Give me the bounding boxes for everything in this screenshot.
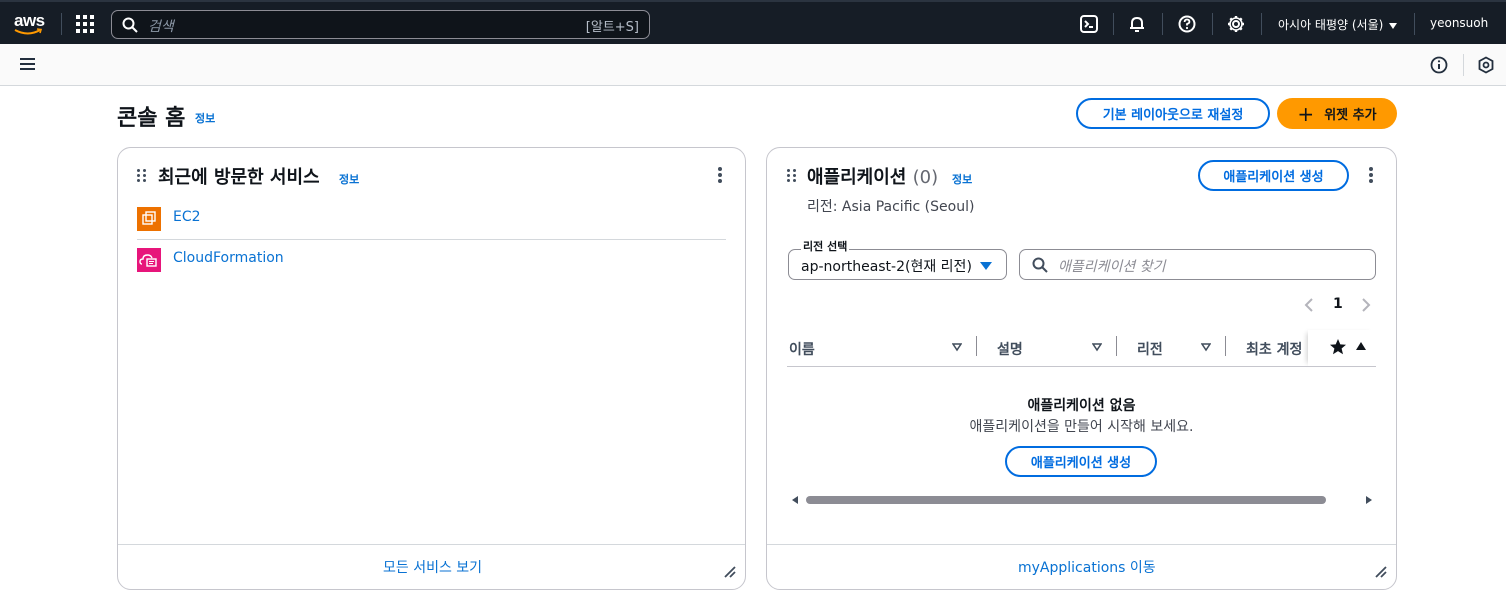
nav-divider [61,13,62,35]
nav-divider [1261,13,1262,35]
aws-logo[interactable]: aws [12,11,48,37]
account-menu[interactable]: yeonsuoh [1430,16,1488,30]
applications-title-text: 애플리케이션 [807,167,907,188]
column-divider[interactable] [1116,336,1117,356]
nav-divider [1212,13,1213,35]
applications-count: (0) [912,167,939,188]
caret-down-icon [1389,22,1398,29]
column-header-first-account[interactable]: 최초 계정 [1246,339,1302,359]
more-options-icon[interactable] [1369,167,1373,183]
cloudformation-icon [137,248,161,272]
sort-icon[interactable] [1201,342,1211,352]
page-number[interactable]: 1 [1333,296,1343,312]
menu-icon[interactable] [20,58,35,71]
settings-icon[interactable] [1226,14,1246,34]
cloudshell-icon[interactable] [1079,14,1099,34]
ec2-icon [137,207,161,231]
top-navigation: aws 검색 [알트+S] 아시아 태평양 (서울) yeonsuoh [0,0,1506,44]
column-divider[interactable] [976,336,977,356]
region-selector[interactable]: 아시아 태평양 (서울) [1278,16,1398,33]
column-header-name[interactable]: 이름 [789,339,815,359]
resize-handle-icon[interactable] [1374,565,1388,579]
aws-smile-icon [14,28,43,35]
nav-divider [1162,13,1163,35]
plus-icon: + [1297,101,1315,126]
widget-footer: 모든 서비스 보기 [118,544,745,589]
applications-info-link[interactable]: 정보 [952,171,972,187]
services-grid-icon[interactable] [76,15,94,33]
search-shortcut-hint: [알트+S] [585,20,639,35]
empty-create-application-button[interactable]: 애플리케이션 생성 [1005,446,1157,477]
add-widget-button-label: 위젯 추가 [1324,108,1377,123]
sort-ascending-icon[interactable] [1356,342,1366,350]
empty-state-title: 애플리케이션 없음 [1027,398,1136,414]
service-item-ec2[interactable]: EC2 [137,207,726,247]
my-applications-link[interactable]: myApplications 이동 [1018,557,1156,577]
nav-divider [1414,13,1415,35]
chevron-right-icon[interactable] [1361,298,1371,312]
bell-icon[interactable] [1127,14,1147,34]
application-search-placeholder: 애플리케이션 찾기 [1058,259,1166,275]
recent-services-title: 최근에 방문한 서비스 [158,167,320,188]
nav-divider [1113,13,1114,35]
page-info-link[interactable]: 정보 [195,110,215,126]
service-item-cloudformation[interactable]: CloudFormation [137,248,726,288]
toolbar-divider [1463,54,1464,76]
column-divider[interactable] [1225,336,1226,356]
sort-icon[interactable] [952,342,962,352]
help-icon[interactable] [1177,14,1197,34]
scrollbar-thumb[interactable] [806,496,1326,504]
region-select-value: ap-northeast-2(현재 리전) [801,259,972,275]
recent-services-info-link[interactable]: 정보 [339,171,359,187]
horizontal-scrollbar[interactable] [790,494,1374,506]
empty-state-description: 애플리케이션을 만들어 시작해 보세요. [969,419,1194,435]
application-search-input[interactable]: 애플리케이션 찾기 [1019,249,1376,280]
widget-footer: myApplications 이동 [767,544,1396,589]
region-select-label: 리전 선택 [801,238,850,254]
service-link[interactable]: EC2 [173,209,201,225]
caret-down-icon [980,262,992,270]
global-search-input[interactable]: 검색 [알트+S] [111,10,650,39]
divider [137,239,726,240]
service-link[interactable]: CloudFormation [173,250,284,266]
column-header-description[interactable]: 설명 [997,339,1023,359]
reset-layout-button[interactable]: 기본 레이아웃으로 재설정 [1076,98,1270,129]
applications-title: 애플리케이션 (0) [807,163,938,189]
applications-region-text: 리전: Asia Pacific (Seoul) [807,199,975,215]
sort-icon[interactable] [1092,342,1102,352]
search-placeholder: 검색 [148,19,174,35]
search-icon [1032,257,1048,273]
secondary-toolbar [0,44,1506,86]
page-title: 콘솔 홈 [117,106,186,131]
account-username: yeonsuoh [1430,16,1489,30]
scroll-right-icon[interactable] [1364,495,1374,505]
sticky-column-header [1308,330,1376,366]
favorite-star-icon[interactable] [1329,338,1347,356]
table-header-divider [787,366,1376,367]
add-widget-button[interactable]: + 위젯 추가 [1277,98,1397,129]
view-all-services-link[interactable]: 모든 서비스 보기 [383,557,482,577]
scroll-left-icon[interactable] [790,495,800,505]
reset-layout-button-label: 기본 레이아웃으로 재설정 [1102,108,1244,123]
info-icon[interactable] [1430,56,1448,74]
search-icon [122,17,138,33]
drag-handle-icon[interactable] [137,169,147,183]
create-application-button-label: 애플리케이션 생성 [1223,170,1324,185]
column-header-region[interactable]: 리전 [1137,339,1163,359]
region-selector-label: 아시아 태평양 (서울) [1278,18,1384,32]
chevron-left-icon[interactable] [1304,298,1314,312]
recent-services-widget: 최근에 방문한 서비스 정보 EC2 CloudFormation 모든 서비스… [117,147,746,590]
drag-handle-icon[interactable] [787,169,797,183]
empty-create-application-button-label: 애플리케이션 생성 [1030,456,1132,471]
create-application-button[interactable]: 애플리케이션 생성 [1198,160,1349,191]
more-options-icon[interactable] [718,167,722,183]
resize-handle-icon[interactable] [723,565,737,579]
feedback-icon[interactable] [1477,56,1495,74]
